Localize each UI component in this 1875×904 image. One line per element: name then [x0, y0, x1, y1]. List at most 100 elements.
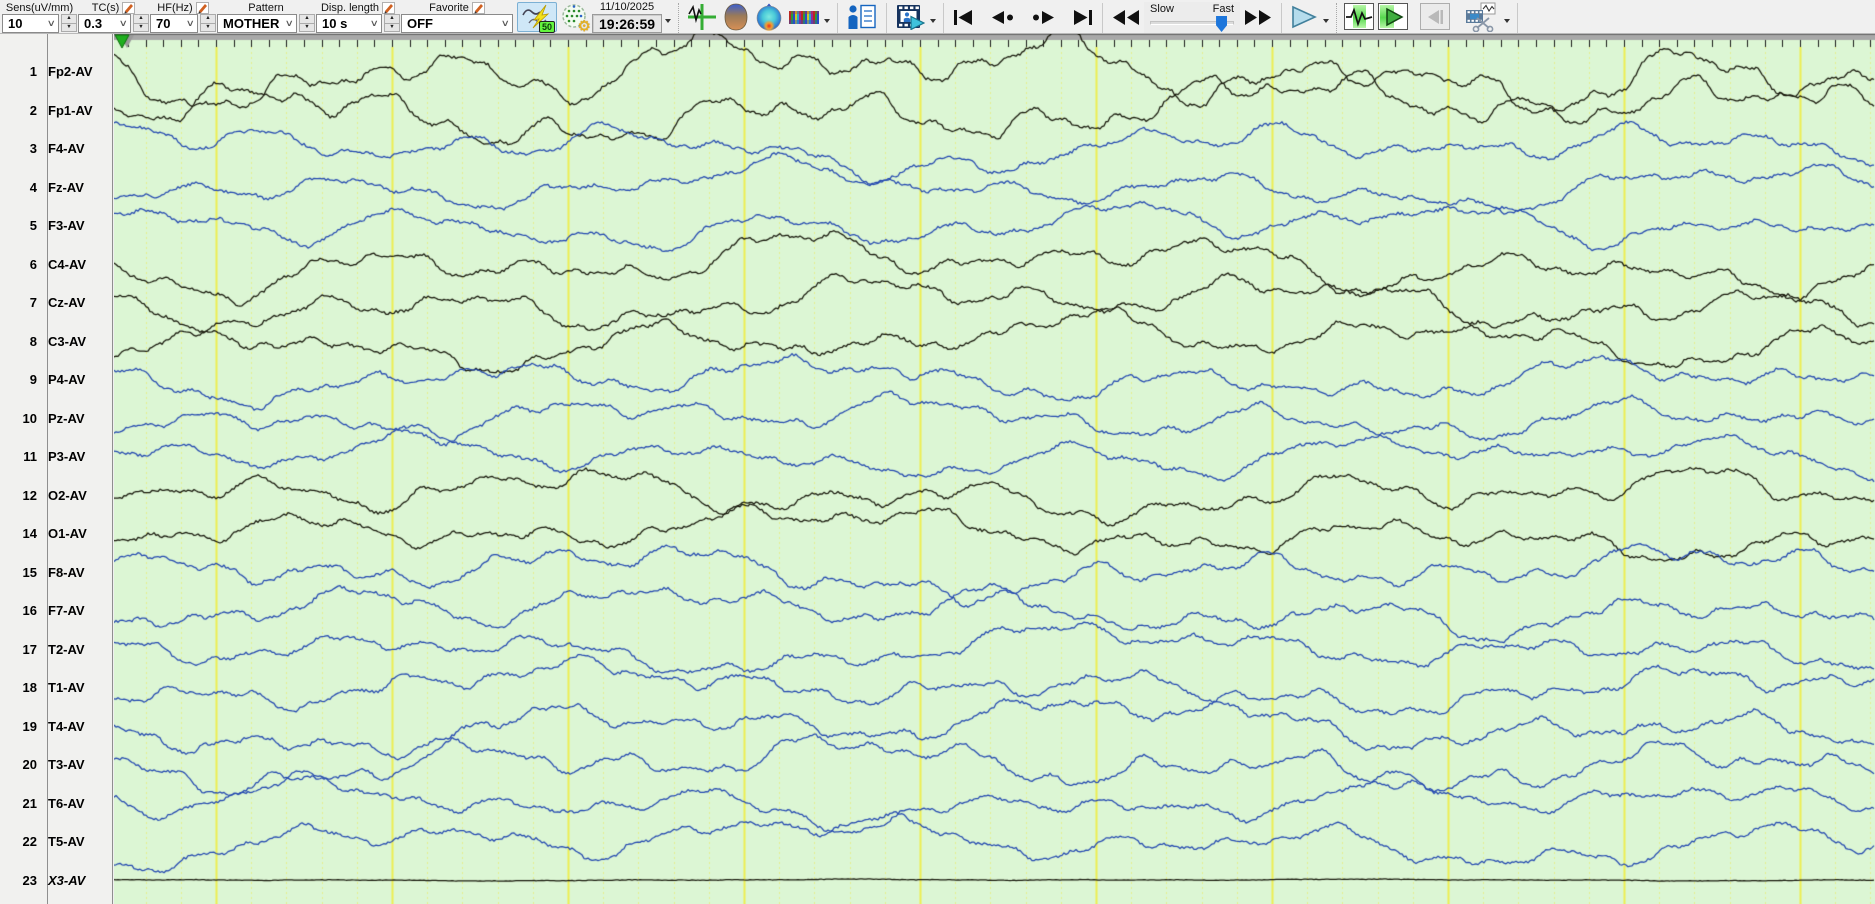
channel-row[interactable]: 17 T2-AV	[0, 641, 113, 658]
chevron-down-icon: ∨	[370, 18, 380, 28]
channel-label: Fp2-AV	[48, 64, 93, 79]
channel-number: 20	[22, 757, 37, 772]
video-playback-button[interactable]	[892, 2, 928, 32]
waveform-cursor-button[interactable]	[684, 2, 720, 32]
datetime-dropdown-arrow-icon[interactable]	[665, 19, 672, 23]
favorite-label: Favorite	[429, 1, 469, 14]
edit-pencil-icon[interactable]	[195, 1, 209, 14]
play-dropdown-arrow-icon[interactable]	[1323, 19, 1330, 23]
speed-slider[interactable]	[1150, 16, 1235, 32]
spectrogram-button[interactable]	[786, 2, 822, 32]
channel-row[interactable]: 8 C3-AV	[0, 333, 113, 350]
channel-row[interactable]: 19 T4-AV	[0, 718, 113, 735]
maps-dropdown-arrow-icon[interactable]	[824, 19, 831, 23]
tc-combo[interactable]: 0.3 ∨	[78, 14, 131, 33]
hf-combo[interactable]: 70 ∨	[150, 14, 198, 33]
channel-row[interactable]: 15 F8-AV	[0, 564, 113, 581]
edit-pencil-icon[interactable]	[382, 1, 396, 14]
hf-group: HF(Hz) 70 ∨ ▲ ▼	[150, 1, 216, 33]
channel-row[interactable]: 1 Fp2-AV	[0, 63, 113, 80]
next-page-button[interactable]	[1027, 2, 1059, 32]
video-scissors-icon	[1466, 2, 1496, 32]
play-icon	[1292, 5, 1317, 29]
channel-label: F4-AV	[48, 141, 85, 156]
channel-label: Cz-AV	[48, 295, 86, 310]
sens-combo[interactable]: 10 ∨	[2, 14, 59, 33]
tc-spin-down[interactable]: ▼	[133, 22, 149, 32]
tc-label: TC(s)	[91, 1, 120, 14]
pattern-label: Pattern	[248, 1, 284, 14]
topo-map-button[interactable]	[752, 2, 786, 32]
chevron-down-icon: ∨	[186, 18, 196, 28]
eeg-canvas[interactable]	[114, 34, 1875, 904]
montage-settings-button[interactable]: ⚙	[557, 2, 591, 34]
channel-label: F7-AV	[48, 603, 85, 618]
disp-length-combo[interactable]: 10 s ∨	[316, 14, 382, 33]
page-back-icon	[992, 10, 1014, 24]
previous-page-button[interactable]	[987, 2, 1019, 32]
channel-row[interactable]: 18 T1-AV	[0, 679, 113, 696]
pattern-spin-down[interactable]: ▼	[299, 22, 315, 32]
channel-row[interactable]: 6 C4-AV	[0, 256, 113, 273]
favorite-combo[interactable]: OFF ∨	[401, 14, 513, 33]
video-cut-dropdown-arrow-icon[interactable]	[1504, 19, 1511, 23]
channel-label: P4-AV	[48, 372, 86, 387]
favorite-group: Favorite OFF ∨	[401, 1, 513, 33]
head-3d-map-button[interactable]	[720, 2, 752, 32]
channel-row[interactable]: 2 Fp1-AV	[0, 102, 113, 119]
edit-pencil-icon[interactable]	[122, 1, 136, 14]
step-back-button[interactable]	[1420, 3, 1451, 30]
disp-spin-down[interactable]: ▼	[384, 22, 400, 32]
channel-row[interactable]: 5 F3-AV	[0, 217, 113, 234]
channel-row[interactable]: 7 Cz-AV	[0, 294, 113, 311]
sens-spin-down[interactable]: ▼	[61, 22, 77, 32]
channel-row[interactable]: 20 T3-AV	[0, 756, 113, 773]
disp-length-group: Disp. length 10 s ∨ ▲ ▼	[316, 1, 400, 33]
channel-number: 11	[23, 449, 37, 464]
channel-row[interactable]: 16 F7-AV	[0, 602, 113, 619]
hf-spin-down[interactable]: ▼	[200, 22, 216, 32]
channel-number: 22	[22, 834, 37, 849]
channel-number: 15	[22, 564, 37, 580]
segment-waveform-icon	[1346, 6, 1373, 27]
tc-group: TC(s) 0.3 ∨ ▲ ▼	[78, 1, 149, 33]
channel-number: 17	[22, 641, 37, 657]
channel-row[interactable]: 12 O2-AV	[0, 487, 113, 504]
channel-label: Fz-AV	[48, 179, 84, 195]
go-to-end-button[interactable]	[1067, 2, 1097, 32]
page-forward-icon	[1033, 10, 1055, 24]
video-cut-button[interactable]	[1460, 2, 1502, 32]
review-segment-button[interactable]	[1344, 3, 1375, 30]
channel-number: 21	[22, 795, 37, 811]
notch-filter-50-button[interactable]: 50	[517, 2, 557, 33]
channel-row[interactable]: 10 Pz-AV	[0, 410, 113, 427]
time-display[interactable]: 19:26:59	[592, 14, 663, 33]
channel-number: 1	[29, 64, 37, 79]
edit-pencil-icon[interactable]	[471, 1, 485, 14]
fast-forward-icon	[1245, 9, 1272, 25]
pattern-combo[interactable]: MOTHER ∨	[217, 14, 297, 33]
channel-label: C3-AV	[48, 333, 87, 349]
patient-info-button[interactable]	[843, 2, 881, 32]
channel-row[interactable]: 22 T5-AV	[0, 833, 113, 850]
channel-row[interactable]: 23 X3-AV	[0, 872, 113, 889]
favorite-value: OFF	[407, 16, 433, 31]
slider-handle[interactable]	[1216, 16, 1228, 32]
go-to-start-button[interactable]	[949, 2, 979, 32]
channel-row[interactable]: 3 F4-AV	[0, 140, 113, 157]
channel-row[interactable]: 14 O1-AV	[0, 525, 113, 542]
fast-forward-button[interactable]	[1240, 2, 1276, 32]
channel-number: 23	[22, 872, 37, 888]
chevron-down-icon: ∨	[47, 18, 57, 28]
chevron-down-icon: ∨	[119, 18, 129, 28]
channel-row[interactable]: 4 Fz-AV	[0, 179, 113, 196]
channel-label: T3-AV	[48, 757, 85, 772]
video-dropdown-arrow-icon[interactable]	[930, 19, 937, 23]
channel-row[interactable]: 9 P4-AV	[0, 371, 113, 388]
sens-label: Sens(uV/mm)	[5, 1, 74, 14]
channel-row[interactable]: 11 P3-AV	[0, 448, 113, 465]
channel-row[interactable]: 21 T6-AV	[0, 795, 113, 812]
play-segment-button[interactable]	[1378, 3, 1409, 30]
rewind-button[interactable]	[1108, 2, 1144, 32]
play-button[interactable]	[1287, 2, 1321, 32]
